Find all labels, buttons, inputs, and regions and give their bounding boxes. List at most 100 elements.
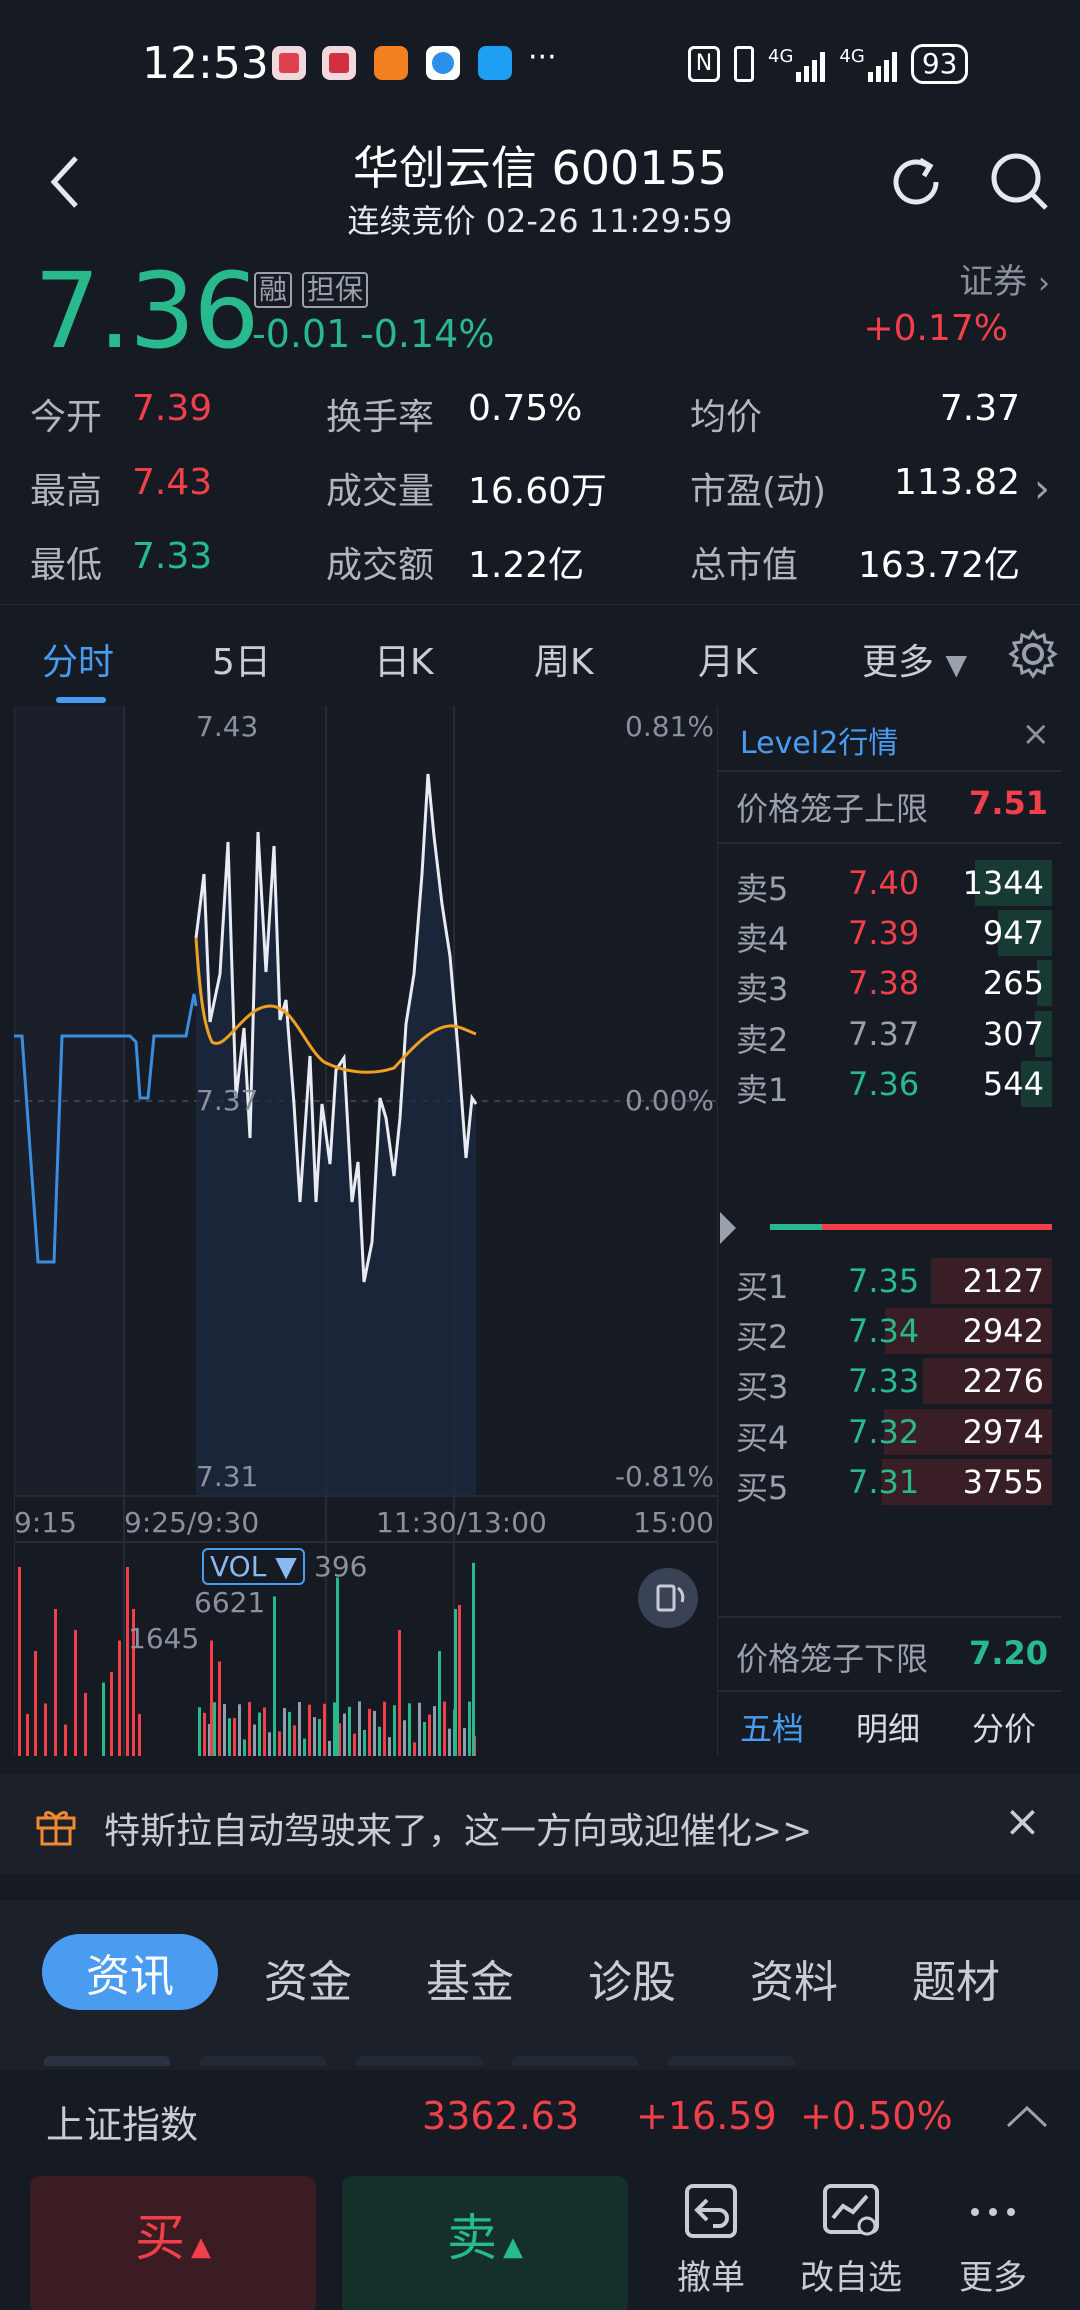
- stat-volume: 16.60万: [468, 471, 608, 512]
- tab-news[interactable]: 资讯: [42, 1934, 218, 2010]
- volume-bar: [328, 1740, 331, 1756]
- volume-bar: [198, 1707, 201, 1756]
- tab-monthly-k[interactable]: 月K: [698, 633, 758, 685]
- chevron-right-icon[interactable]: ›: [1034, 466, 1050, 512]
- volume-bar: [293, 1725, 296, 1756]
- volume-bar: [74, 1630, 77, 1756]
- volume-bar: [228, 1718, 231, 1756]
- settings-gear-icon[interactable]: [1008, 629, 1058, 679]
- volume-bar: [418, 1702, 421, 1756]
- price-change-pct: -0.14%: [360, 312, 495, 356]
- stat-low: 7.33: [132, 536, 213, 577]
- tab-weekly-k[interactable]: 周K: [534, 633, 594, 685]
- index-ticker-bar[interactable]: 上证指数 3362.63 +16.59 +0.50%: [0, 2072, 1080, 2162]
- bid-level-label: 买5: [736, 1468, 789, 1507]
- bid-level-label: 买4: [736, 1418, 789, 1457]
- edit-watchlist-label: 改自选: [800, 2258, 902, 2298]
- tab-themes[interactable]: 题材: [912, 1946, 1000, 2010]
- trade-action-bar: 买 ▲ 卖 ▲ 撤单 改自选 更多: [0, 2162, 1080, 2310]
- tab-five-levels[interactable]: 五档: [740, 1704, 804, 1750]
- sell-button[interactable]: 卖 ▲: [342, 2176, 628, 2310]
- chevron-right-icon: ›: [1038, 266, 1050, 301]
- chevron-up-icon[interactable]: [1004, 2100, 1050, 2130]
- ask-volume: 544: [982, 1064, 1044, 1103]
- stat-open: 7.39: [132, 388, 213, 429]
- volume-bar: [433, 1706, 436, 1756]
- refresh-icon[interactable]: [886, 152, 946, 212]
- volume-bar: [233, 1717, 236, 1756]
- volume-bar: [223, 1704, 226, 1756]
- ask-price: 7.37: [848, 1014, 920, 1053]
- chart-canvas: [13, 706, 719, 1756]
- volume-bar: [110, 1672, 113, 1756]
- more-button[interactable]: 更多: [938, 2182, 1048, 2299]
- tab-diagnosis[interactable]: 诊股: [588, 1946, 676, 2010]
- rotate-screen-button[interactable]: [638, 1568, 698, 1628]
- pct-axis-mid-label: 0.00%: [625, 1084, 714, 1117]
- stat-mktcap: 163.72亿: [858, 545, 1020, 586]
- intraday-chart[interactable]: 7.43 7.37 7.31 0.81% 0.00% -0.81% 9:15 9…: [13, 706, 719, 1756]
- system-indicators: N 4G 4G 93: [688, 44, 969, 84]
- vol-mid-label: 1645: [128, 1622, 200, 1655]
- more-dots-icon: [971, 2208, 1015, 2216]
- volume-bar: [248, 1702, 251, 1756]
- tab-daily-k[interactable]: 日K: [374, 633, 434, 685]
- volume-bar: [313, 1717, 316, 1756]
- volume-bar: [378, 1726, 381, 1756]
- stat-amount: 1.22亿: [468, 545, 585, 586]
- volume-bar: [318, 1719, 321, 1756]
- ask-volume: 947: [982, 914, 1044, 953]
- tab-price-distribution[interactable]: 分价: [972, 1704, 1036, 1750]
- stat-label: 成交量: [326, 471, 435, 512]
- ask-level-label: 卖3: [736, 970, 789, 1009]
- tab-more[interactable]: 更多 ▼: [862, 633, 967, 685]
- volume-bar: [388, 1737, 391, 1756]
- index-value: 3362.63: [422, 2094, 580, 2138]
- stat-label: 成交额: [326, 545, 435, 586]
- volume-bar: [253, 1724, 256, 1756]
- tab-fund[interactable]: 基金: [426, 1946, 514, 2010]
- chart-period-tabs: 分时 5日 日K 周K 月K 更多 ▼: [0, 604, 1080, 703]
- volume-bar: [210, 1640, 213, 1756]
- edit-watchlist-button[interactable]: 改自选: [796, 2182, 906, 2299]
- bid-price: 7.33: [848, 1362, 920, 1401]
- watchlist-chart-icon: [823, 2184, 879, 2236]
- volume-bar: [64, 1724, 67, 1756]
- search-icon[interactable]: [988, 150, 1050, 212]
- cancel-order-button[interactable]: 撤单: [656, 2182, 766, 2299]
- volume-bar: [463, 1728, 466, 1756]
- volume-bar: [288, 1711, 291, 1756]
- app-notification-icon: [272, 46, 306, 80]
- buy-button[interactable]: 买 ▲: [30, 2176, 316, 2310]
- stat-label: 今开: [30, 397, 103, 438]
- play-triangle-icon[interactable]: [718, 1208, 738, 1248]
- news-banner[interactable]: 特斯拉自动驾驶来了，这一方向或迎催化>> ×: [0, 1774, 1080, 1874]
- ask-price: 7.39: [848, 914, 920, 953]
- vol-indicator-selector[interactable]: VOL ▼: [202, 1548, 305, 1585]
- tab-5day[interactable]: 5日: [212, 633, 271, 685]
- current-price: 7.36: [34, 250, 260, 372]
- tab-capital[interactable]: 资金: [264, 1946, 352, 2010]
- bid-volume: 2127: [962, 1262, 1044, 1300]
- cancel-order-icon: [685, 2184, 737, 2238]
- x-axis-label: 9:15: [14, 1506, 77, 1539]
- close-icon[interactable]: ×: [1004, 1796, 1041, 1847]
- close-icon[interactable]: ×: [1022, 714, 1051, 754]
- margin-tag: 融: [254, 272, 293, 308]
- volume-bar: [243, 1739, 246, 1756]
- ask-level-label: 卖1: [736, 1070, 789, 1109]
- signal-icon: 4G: [839, 46, 897, 82]
- vol-max-label: 6621: [194, 1586, 266, 1619]
- volume-bar: [268, 1732, 271, 1756]
- tab-details[interactable]: 明细: [856, 1704, 920, 1750]
- volume-bar: [363, 1730, 366, 1756]
- ask-price: 7.38: [848, 964, 920, 1003]
- volume-bar: [34, 1651, 37, 1756]
- tab-intraday[interactable]: 分时: [42, 633, 114, 685]
- stat-high: 7.43: [132, 462, 213, 503]
- volume-bar: [138, 1714, 141, 1756]
- more-label: 更多: [959, 2258, 1027, 2298]
- volume-bar: [423, 1722, 426, 1756]
- volume-bar: [428, 1714, 431, 1756]
- tab-profile[interactable]: 资料: [750, 1946, 838, 2010]
